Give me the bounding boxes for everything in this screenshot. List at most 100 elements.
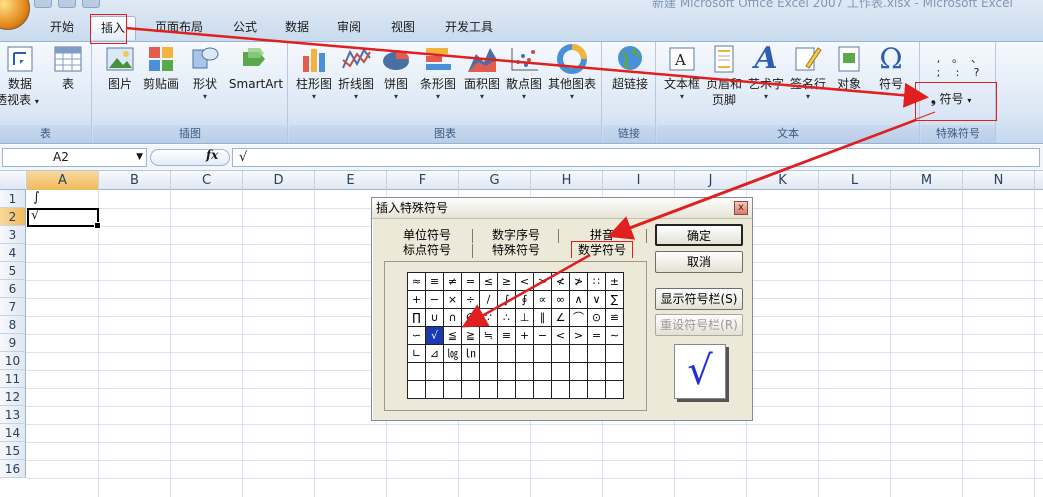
- qat-button[interactable]: [34, 0, 52, 8]
- symbol-cell[interactable]: ㏑: [461, 344, 480, 363]
- row-header[interactable]: 4: [0, 244, 26, 262]
- column-header[interactable]: D: [243, 171, 315, 190]
- symbol-cell[interactable]: [479, 380, 498, 399]
- quick-symbol[interactable]: 。: [948, 52, 967, 66]
- symbol-cell[interactable]: <: [515, 272, 534, 291]
- other-charts-button[interactable]: 其他图表 ▾: [545, 44, 599, 102]
- symbol-cell[interactable]: [533, 380, 552, 399]
- column-header[interactable]: M: [891, 171, 963, 190]
- symbol-cell[interactable]: [551, 380, 570, 399]
- office-button[interactable]: [0, 0, 30, 30]
- cancel-button[interactable]: 取消: [655, 251, 743, 273]
- symbol-cell[interactable]: [425, 362, 444, 381]
- chevron-down-icon[interactable]: ▼: [136, 149, 143, 166]
- symbol-cell[interactable]: [497, 362, 516, 381]
- textbox-button[interactable]: A 文本框 ▾: [661, 44, 703, 102]
- symbol-cell[interactable]: ∫: [497, 290, 516, 309]
- symbol-cell[interactable]: [497, 344, 516, 363]
- symbol-cell[interactable]: [533, 344, 552, 363]
- symbol-cell[interactable]: <: [551, 326, 570, 345]
- tab-page-layout[interactable]: 页面布局: [140, 16, 218, 40]
- column-header[interactable]: H: [531, 171, 603, 190]
- symbol-cell[interactable]: ≡: [425, 272, 444, 291]
- pivot-table-button[interactable]: 数据 透视表 ▾: [0, 44, 40, 110]
- tab-punctuation[interactable]: 标点符号: [384, 242, 470, 259]
- column-header[interactable]: C: [171, 171, 243, 190]
- tab-formulas[interactable]: 公式: [222, 16, 268, 40]
- column-header[interactable]: I: [603, 171, 675, 190]
- symbol-cell[interactable]: [551, 362, 570, 381]
- symbol-cell[interactable]: ⊥: [515, 308, 534, 327]
- quick-symbol[interactable]: 、: [967, 52, 986, 66]
- symbol-cell[interactable]: [587, 380, 606, 399]
- tab-review[interactable]: 审阅: [326, 16, 372, 40]
- clipart-button[interactable]: 剪贴画: [141, 44, 181, 92]
- symbol-cell[interactable]: ≦: [443, 326, 462, 345]
- column-header[interactable]: B: [99, 171, 171, 190]
- symbol-cell[interactable]: ≡: [497, 326, 516, 345]
- symbol-cell[interactable]: [407, 362, 426, 381]
- tab-data[interactable]: 数据: [274, 16, 320, 40]
- qat-button[interactable]: [82, 0, 100, 8]
- symbol-cell[interactable]: ∥: [533, 308, 552, 327]
- symbol-cell[interactable]: [587, 362, 606, 381]
- symbol-cell[interactable]: ÷: [461, 290, 480, 309]
- hyperlink-button[interactable]: 超链接: [607, 44, 653, 92]
- formula-input[interactable]: √: [232, 148, 1040, 167]
- tab-special[interactable]: 特殊符号: [476, 242, 556, 259]
- symbol-cell[interactable]: ∑: [605, 290, 624, 309]
- symbol-cell[interactable]: ∵: [479, 308, 498, 327]
- row-header[interactable]: 5: [0, 262, 26, 280]
- symbol-cell[interactable]: ∧: [569, 290, 588, 309]
- symbol-cell[interactable]: ⌒: [569, 308, 588, 327]
- show-symbol-bar-button[interactable]: 显示符号栏(S): [655, 288, 743, 310]
- row-header[interactable]: 10: [0, 352, 26, 370]
- shapes-button[interactable]: 形状 ▾: [185, 44, 225, 102]
- row-header[interactable]: 13: [0, 406, 26, 424]
- symbol-cell[interactable]: ≠: [443, 272, 462, 291]
- row-header[interactable]: 14: [0, 424, 26, 442]
- object-button[interactable]: 对象: [829, 44, 869, 92]
- symbol-cell[interactable]: [533, 362, 552, 381]
- symbol-cell[interactable]: [425, 380, 444, 399]
- symbol-cell[interactable]: [605, 380, 624, 399]
- symbol-cell[interactable]: ∟: [407, 344, 426, 363]
- symbol-cell[interactable]: [605, 362, 624, 381]
- symbol-cell[interactable]: ∠: [551, 308, 570, 327]
- row-header[interactable]: 12: [0, 388, 26, 406]
- symbol-cell[interactable]: [587, 344, 606, 363]
- tab-home[interactable]: 开始: [36, 16, 88, 40]
- symbol-cell[interactable]: [497, 380, 516, 399]
- symbol-cell[interactable]: √: [425, 326, 444, 345]
- symbol-cell[interactable]: ∪: [425, 308, 444, 327]
- ok-button[interactable]: 确定: [655, 224, 743, 246]
- symbol-button[interactable]: Ω 符号: [871, 44, 911, 92]
- symbol-cell[interactable]: [461, 362, 480, 381]
- symbol-cell[interactable]: ∞: [551, 290, 570, 309]
- symbol-cell[interactable]: [569, 344, 588, 363]
- symbol-cell[interactable]: ∴: [497, 308, 516, 327]
- column-header[interactable]: F: [387, 171, 459, 190]
- area-chart-button[interactable]: 面积图 ▾: [461, 44, 503, 102]
- pie-chart-button[interactable]: 饼图 ▾: [379, 44, 413, 102]
- symbol-cell[interactable]: >: [533, 272, 552, 291]
- column-header[interactable]: E: [315, 171, 387, 190]
- symbol-cell[interactable]: ≮: [551, 272, 570, 291]
- column-chart-button[interactable]: 柱形图 ▾: [293, 44, 335, 102]
- symbol-cell[interactable]: ≒: [479, 326, 498, 345]
- symbol-cell[interactable]: =: [461, 272, 480, 291]
- signature-line-button[interactable]: 签名行 ▾: [787, 44, 829, 102]
- symbol-cell[interactable]: +: [407, 290, 426, 309]
- header-footer-button[interactable]: 页眉和 页脚: [703, 44, 745, 108]
- row-header[interactable]: 7: [0, 298, 26, 316]
- symbol-cell[interactable]: ∷: [587, 272, 606, 291]
- symbol-cell[interactable]: =: [587, 326, 606, 345]
- symbol-cell[interactable]: ×: [443, 290, 462, 309]
- picture-button[interactable]: 图片: [101, 44, 139, 92]
- row-header[interactable]: 9: [0, 334, 26, 352]
- symbol-cell[interactable]: ∮: [515, 290, 534, 309]
- symbol-cell[interactable]: ∼: [605, 326, 624, 345]
- symbol-cell[interactable]: [569, 380, 588, 399]
- tab-view[interactable]: 视图: [380, 16, 426, 40]
- symbol-cell[interactable]: ≥: [497, 272, 516, 291]
